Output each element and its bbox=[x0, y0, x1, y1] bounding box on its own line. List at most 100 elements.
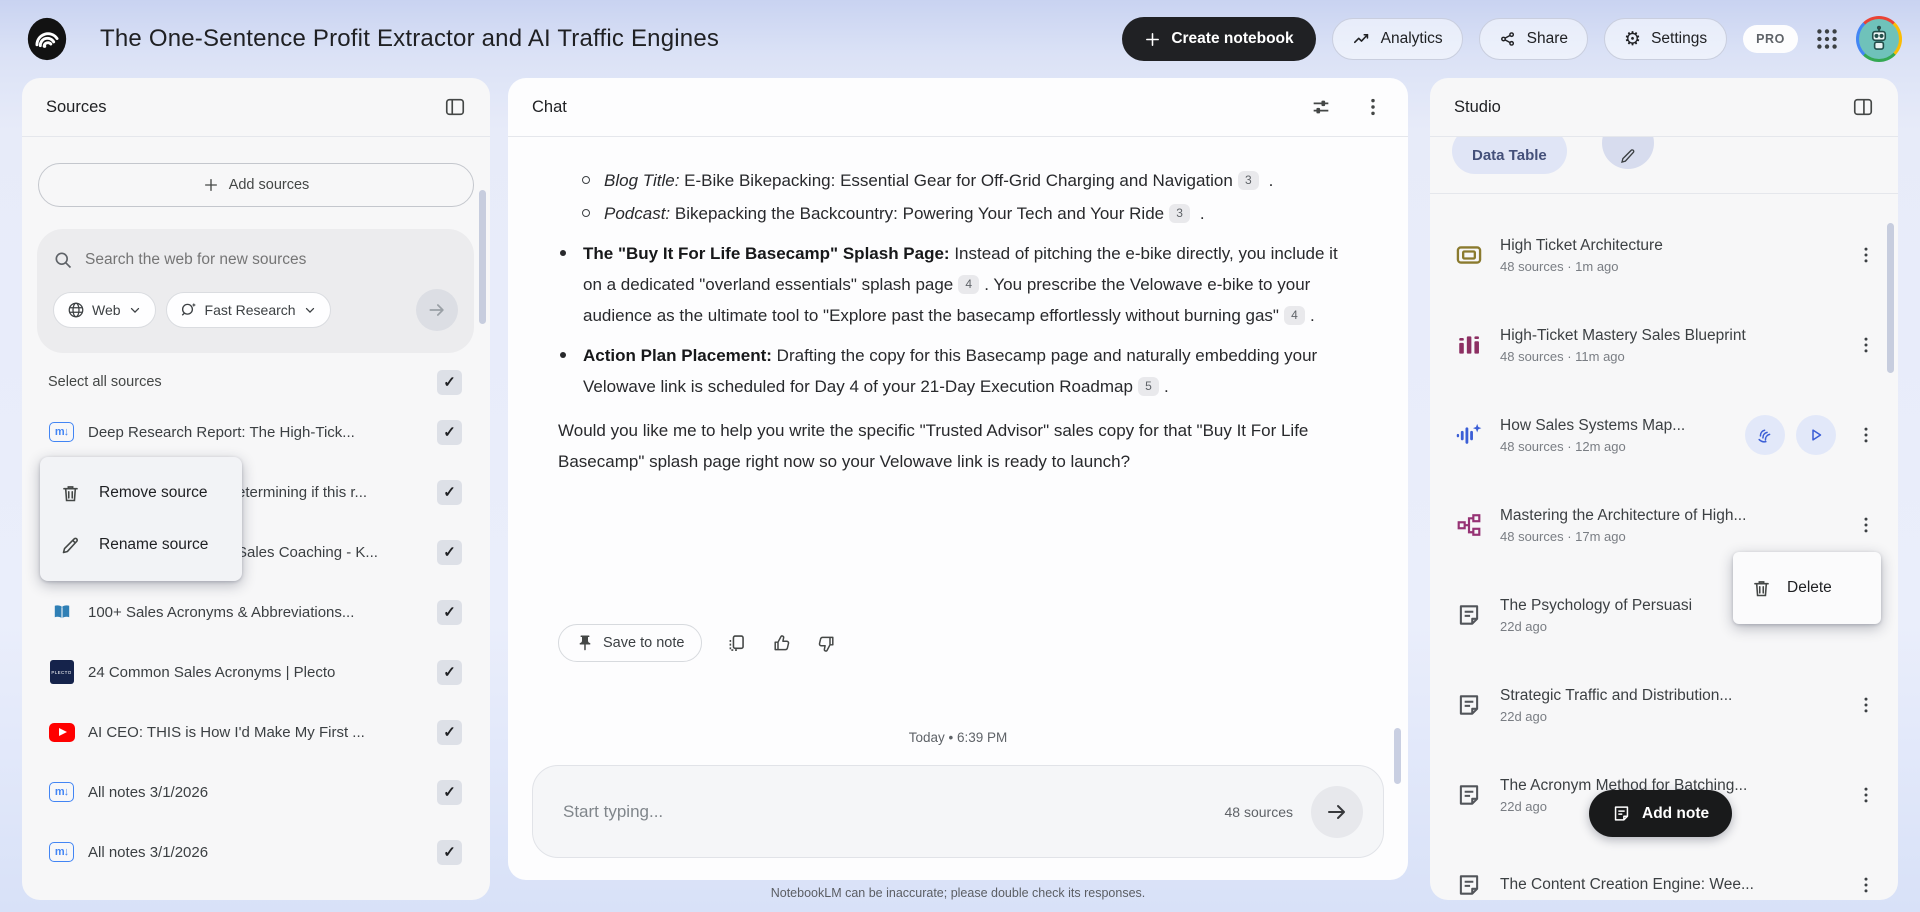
pencil-icon bbox=[62, 537, 78, 553]
studio-item-note[interactable]: Strategic Traffic and Distribution... 22… bbox=[1430, 660, 1898, 750]
studio-item-title: Strategic Traffic and Distribution... bbox=[1500, 686, 1733, 704]
rename-source-menu-item[interactable]: Rename source bbox=[40, 519, 242, 571]
source-label: 100+ Sales Acronyms & Abbreviations... bbox=[88, 603, 355, 621]
notebooklm-logo-icon[interactable] bbox=[24, 16, 70, 62]
share-button[interactable]: Share bbox=[1478, 18, 1589, 60]
add-sources-button[interactable]: Add sources bbox=[38, 163, 474, 207]
plus-icon bbox=[1146, 32, 1160, 46]
edit-chip-button[interactable] bbox=[1602, 137, 1654, 169]
sources-header: Sources bbox=[22, 78, 490, 137]
trash-icon bbox=[63, 485, 78, 501]
source-label: Deep Research Report: The High-Tick... bbox=[88, 423, 355, 441]
send-message-button[interactable] bbox=[1311, 785, 1363, 838]
chat-scrollbar[interactable] bbox=[1394, 728, 1401, 784]
source-checkbox[interactable]: ✓ bbox=[437, 479, 462, 505]
chat-message: Blog Title: E-Bike Bikepacking: Essentia… bbox=[508, 137, 1408, 477]
avatar-robot-image bbox=[1859, 19, 1899, 59]
source-row[interactable]: PLECTO 24 Common Sales Acronyms | Plecto… bbox=[22, 642, 490, 702]
mindmap-icon bbox=[1454, 512, 1484, 538]
source-label: 24 Common Sales Acronyms | Plecto bbox=[88, 663, 336, 681]
search-web-input[interactable] bbox=[85, 251, 415, 269]
item-kebab-icon[interactable] bbox=[1856, 333, 1876, 357]
arrow-right-icon bbox=[1328, 804, 1345, 819]
item-kebab-icon[interactable] bbox=[1856, 783, 1876, 807]
web-filter-dropdown[interactable]: Web bbox=[53, 292, 156, 328]
source-row[interactable]: 100+ Sales Acronyms & Abbreviations... ✓ bbox=[22, 582, 490, 642]
studio-item-title: High-Ticket Mastery Sales Blueprint bbox=[1500, 326, 1746, 344]
sources-panel: Sources Add sources Web bbox=[22, 78, 490, 900]
account-avatar[interactable] bbox=[1856, 16, 1902, 62]
source-row[interactable]: m↓ Deep Research Report: The High-Tick..… bbox=[22, 402, 490, 462]
citation-chip[interactable]: 5 bbox=[1137, 377, 1159, 396]
expand-panel-icon[interactable] bbox=[1852, 96, 1874, 118]
chat-input-bar: 48 sources bbox=[532, 765, 1384, 858]
notebook-source-icon: m↓ bbox=[48, 782, 75, 802]
source-checkbox[interactable]: ✓ bbox=[437, 599, 462, 625]
copy-icon[interactable] bbox=[726, 633, 747, 654]
citation-chip[interactable]: 4 bbox=[1283, 306, 1305, 325]
message-actions: Save to note bbox=[558, 624, 837, 662]
pro-badge: PRO bbox=[1743, 25, 1798, 53]
item-kebab-icon[interactable] bbox=[1856, 513, 1876, 537]
studio-item-meta: 22d ago bbox=[1500, 708, 1547, 724]
select-all-label: Select all sources bbox=[48, 374, 162, 390]
citation-chip[interactable]: 3 bbox=[1237, 171, 1259, 190]
settings-button[interactable]: ⚙ Settings bbox=[1604, 18, 1728, 60]
source-row[interactable]: m↓ All notes 3/1/2026 ✓ bbox=[22, 822, 490, 882]
studio-item-audio[interactable]: How Sales Systems Map... 48 sources · 12… bbox=[1430, 390, 1898, 480]
analytics-button[interactable]: Analytics bbox=[1331, 18, 1463, 60]
studio-item-meta: 48 sources · 12m ago bbox=[1500, 438, 1626, 454]
add-note-button[interactable]: Add note bbox=[1589, 790, 1733, 837]
studio-scrollbar[interactable] bbox=[1887, 223, 1894, 373]
studio-item-title: Mastering the Architecture of High... bbox=[1500, 506, 1747, 524]
chat-settings-tune-icon[interactable] bbox=[1310, 96, 1332, 118]
notebook-source-icon: m↓ bbox=[48, 842, 75, 862]
create-notebook-button[interactable]: Create notebook bbox=[1122, 17, 1316, 61]
hollow-bullet-icon bbox=[582, 209, 590, 217]
item-kebab-icon[interactable] bbox=[1856, 243, 1876, 267]
studio-item[interactable]: High Ticket Architecture 48 sources · 1m… bbox=[1430, 210, 1898, 300]
save-to-note-button[interactable]: Save to note bbox=[558, 624, 703, 662]
apps-grid-icon[interactable] bbox=[1814, 26, 1840, 52]
studio-item[interactable]: High-Ticket Mastery Sales Blueprint 48 s… bbox=[1430, 300, 1898, 390]
select-all-checkbox[interactable]: ✓ bbox=[437, 369, 462, 395]
play-icon bbox=[1812, 429, 1822, 441]
collapse-panel-icon[interactable] bbox=[444, 96, 466, 118]
play-audio-button[interactable] bbox=[1796, 415, 1836, 455]
chat-input[interactable] bbox=[563, 801, 1225, 822]
studio-item-note[interactable]: The Content Creation Engine: Wee... bbox=[1430, 840, 1898, 900]
item-kebab-icon[interactable] bbox=[1856, 873, 1876, 897]
source-checkbox[interactable]: ✓ bbox=[437, 659, 462, 685]
source-checkbox[interactable]: ✓ bbox=[437, 419, 462, 445]
sources-scrollbar[interactable] bbox=[479, 190, 486, 324]
source-checkbox[interactable]: ✓ bbox=[437, 539, 462, 565]
item-kebab-icon[interactable] bbox=[1856, 693, 1876, 717]
chat-timestamp: Today • 6:39 PM bbox=[908, 730, 1008, 745]
sources-count: 48 sources bbox=[1224, 803, 1293, 820]
citation-chip[interactable]: 3 bbox=[1169, 204, 1191, 223]
chat-panel-title: Chat bbox=[532, 97, 567, 116]
source-row[interactable]: m↓ All notes 3/1/2026 ✓ bbox=[22, 762, 490, 822]
citation-chip[interactable]: 4 bbox=[958, 275, 980, 294]
research-mode-dropdown[interactable]: Fast Research bbox=[165, 292, 331, 328]
top-header: The One-Sentence Profit Extractor and AI… bbox=[0, 0, 1920, 78]
notebook-title[interactable]: The One-Sentence Profit Extractor and AI… bbox=[100, 25, 719, 53]
chevron-down-icon bbox=[130, 307, 139, 313]
source-row[interactable]: AI CEO: THIS is How I'd Make My First ..… bbox=[22, 702, 490, 762]
plecto-favicon-icon: PLECTO bbox=[48, 660, 75, 684]
chat-more-kebab-icon[interactable] bbox=[1362, 96, 1384, 118]
thumbs-down-icon[interactable] bbox=[816, 633, 837, 654]
source-checkbox[interactable]: ✓ bbox=[437, 719, 462, 745]
search-submit-button[interactable] bbox=[416, 289, 458, 331]
sub-bullet-item: Podcast: Bikepacking the Backcountry: Po… bbox=[582, 198, 1350, 229]
interactive-mode-button[interactable] bbox=[1745, 415, 1785, 455]
source-checkbox[interactable]: ✓ bbox=[437, 779, 462, 805]
notebook-source-icon: m↓ bbox=[48, 422, 75, 442]
data-table-chip[interactable]: Data Table bbox=[1452, 137, 1567, 174]
source-checkbox[interactable]: ✓ bbox=[437, 839, 462, 865]
studio-item-title: How Sales Systems Map... bbox=[1500, 416, 1686, 434]
remove-source-menu-item[interactable]: Remove source bbox=[40, 467, 242, 519]
item-kebab-icon[interactable] bbox=[1856, 423, 1876, 447]
thumbs-up-icon[interactable] bbox=[771, 633, 792, 654]
delete-menu-item[interactable]: Delete bbox=[1733, 564, 1881, 612]
